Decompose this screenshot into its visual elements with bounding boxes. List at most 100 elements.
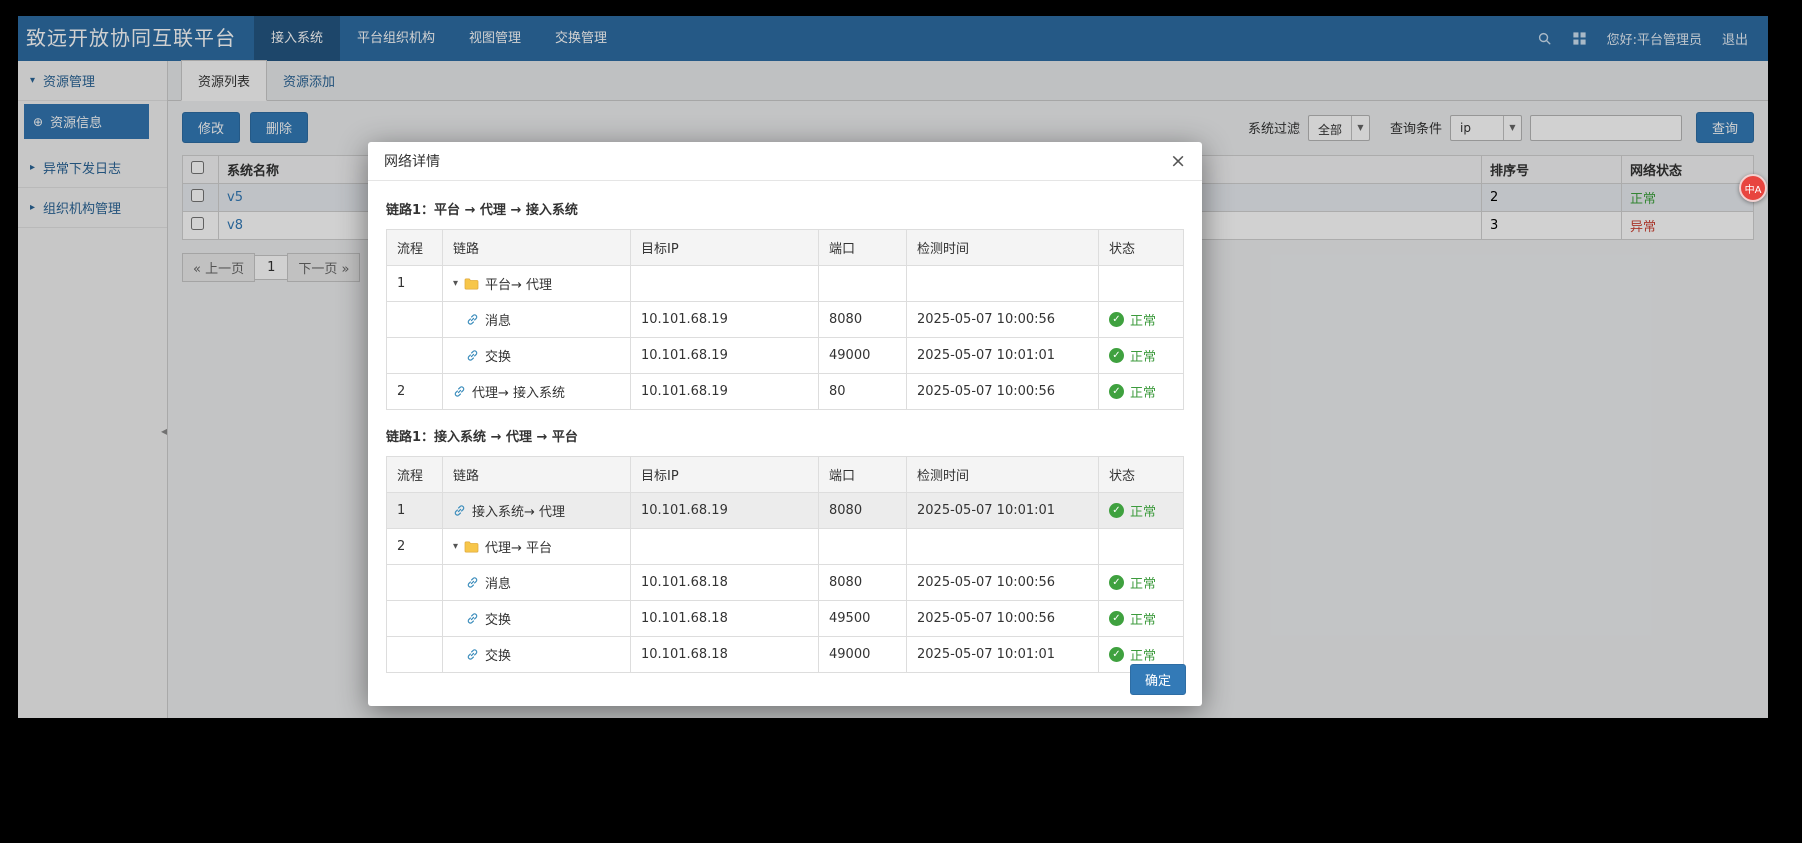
link-cell: 交换 <box>443 637 631 673</box>
port-cell <box>819 529 907 565</box>
status-ok: ✓ 正常 <box>1109 609 1173 628</box>
tree-node[interactable]: 交换 <box>453 609 620 628</box>
link-icon <box>466 576 479 589</box>
translate-badge[interactable]: 中A <box>1739 174 1767 202</box>
col-status: 状态 <box>1099 457 1184 493</box>
ip-cell <box>631 266 819 302</box>
time-cell: 2025-05-07 10:00:56 <box>907 565 1099 601</box>
app-window: 致远开放协同互联平台 接入系统 平台组织机构 视图管理 交换管理 您好:平台管理… <box>18 16 1768 718</box>
ip-cell: 10.101.68.18 <box>631 637 819 673</box>
table-row: 消息 10.101.68.18 8080 2025-05-07 10:00:56… <box>387 565 1184 601</box>
tree-node[interactable]: 消息 <box>453 310 620 329</box>
caret-down-icon[interactable]: ▾ <box>453 278 458 289</box>
step-cell <box>387 601 443 637</box>
link-icon <box>466 648 479 661</box>
col-check-time: 检测时间 <box>907 457 1099 493</box>
status-label: 正常 <box>1130 346 1156 365</box>
link-cell: 交换 <box>443 338 631 374</box>
status-ok: ✓ 正常 <box>1109 310 1173 329</box>
ip-cell: 10.101.68.19 <box>631 493 819 529</box>
link-label: 交换 <box>485 645 511 664</box>
link-label: 接入系统→ 代理 <box>472 501 565 520</box>
link-icon <box>466 612 479 625</box>
port-cell: 8080 <box>819 493 907 529</box>
col-process: 流程 <box>387 457 443 493</box>
link-section-heading: 链路1：接入系统 → 代理 → 平台 <box>386 426 1184 445</box>
folder-icon <box>464 277 479 290</box>
table-row: 1 接入系统→ 代理 10.101.68.19 8080 2025-05-07 … <box>387 493 1184 529</box>
link-label: 平台→ 代理 <box>485 274 552 293</box>
port-cell: 8080 <box>819 565 907 601</box>
link-label: 代理→ 平台 <box>485 537 552 556</box>
link-icon <box>466 313 479 326</box>
tree-node[interactable]: 消息 <box>453 573 620 592</box>
port-cell: 80 <box>819 374 907 410</box>
ip-cell: 10.101.68.18 <box>631 565 819 601</box>
close-icon[interactable]: × <box>1170 152 1186 171</box>
tree-node[interactable]: ▾ 代理→ 平台 <box>453 537 620 556</box>
step-cell <box>387 302 443 338</box>
tree-node[interactable]: 接入系统→ 代理 <box>453 501 620 520</box>
link-icon <box>466 349 479 362</box>
caret-down-icon[interactable]: ▾ <box>453 541 458 552</box>
link-cell: 消息 <box>443 565 631 601</box>
table-row: 交换 10.101.68.18 49500 2025-05-07 10:00:5… <box>387 601 1184 637</box>
status-cell <box>1099 266 1184 302</box>
status-cell: ✓ 正常 <box>1099 565 1184 601</box>
network-detail-modal: 网络详情 × 链路1：平台 → 代理 → 接入系统 流程 链路 目标IP 端口 … <box>368 142 1202 706</box>
modal-body: 链路1：平台 → 代理 → 接入系统 流程 链路 目标IP 端口 检测时间 状态 <box>368 181 1202 673</box>
step-cell: 1 <box>387 266 443 302</box>
tree-node[interactable]: 交换 <box>453 346 620 365</box>
time-cell: 2025-05-07 10:00:56 <box>907 302 1099 338</box>
status-ok: ✓ 正常 <box>1109 573 1173 592</box>
step-cell: 1 <box>387 493 443 529</box>
table-header-row: 流程 链路 目标IP 端口 检测时间 状态 <box>387 230 1184 266</box>
folder-icon <box>464 540 479 553</box>
table-header-row: 流程 链路 目标IP 端口 检测时间 状态 <box>387 457 1184 493</box>
tree-node[interactable]: ▾ 平台→ 代理 <box>453 274 620 293</box>
status-cell: ✓ 正常 <box>1099 338 1184 374</box>
status-label: 正常 <box>1130 310 1156 329</box>
status-cell <box>1099 529 1184 565</box>
link-cell: ▾ 平台→ 代理 <box>443 266 631 302</box>
link-label: 交换 <box>485 346 511 365</box>
check-icon: ✓ <box>1109 647 1124 662</box>
status-label: 正常 <box>1130 609 1156 628</box>
link-table-1: 流程 链路 目标IP 端口 检测时间 状态 1 <box>386 229 1184 410</box>
ok-button[interactable]: 确定 <box>1130 664 1186 695</box>
status-cell: ✓ 正常 <box>1099 374 1184 410</box>
tree-node[interactable]: 代理→ 接入系统 <box>453 382 620 401</box>
modal-header: 网络详情 × <box>368 142 1202 181</box>
time-cell <box>907 529 1099 565</box>
status-ok: ✓ 正常 <box>1109 346 1173 365</box>
status-label: 正常 <box>1130 501 1156 520</box>
link-cell: 交换 <box>443 601 631 637</box>
time-cell <box>907 266 1099 302</box>
tree-node[interactable]: 交换 <box>453 645 620 664</box>
col-port: 端口 <box>819 457 907 493</box>
link-label: 代理→ 接入系统 <box>472 382 565 401</box>
ip-cell: 10.101.68.18 <box>631 601 819 637</box>
table-row: 交换 10.101.68.19 49000 2025-05-07 10:01:0… <box>387 338 1184 374</box>
link-icon <box>453 504 466 517</box>
check-icon: ✓ <box>1109 575 1124 590</box>
step-cell: 2 <box>387 374 443 410</box>
link-icon <box>453 385 466 398</box>
table-row: 2 代理→ 接入系统 10.101.68.19 80 2025-05-07 10… <box>387 374 1184 410</box>
col-link: 链路 <box>443 230 631 266</box>
link-cell: 消息 <box>443 302 631 338</box>
port-cell: 49000 <box>819 338 907 374</box>
table-row: 2 ▾ 代理→ 平台 <box>387 529 1184 565</box>
col-status: 状态 <box>1099 230 1184 266</box>
col-check-time: 检测时间 <box>907 230 1099 266</box>
step-cell: 2 <box>387 529 443 565</box>
modal-title: 网络详情 <box>384 151 440 171</box>
step-cell <box>387 637 443 673</box>
col-process: 流程 <box>387 230 443 266</box>
port-cell <box>819 266 907 302</box>
status-cell: ✓ 正常 <box>1099 302 1184 338</box>
check-icon: ✓ <box>1109 348 1124 363</box>
status-ok: ✓ 正常 <box>1109 382 1173 401</box>
col-link: 链路 <box>443 457 631 493</box>
time-cell: 2025-05-07 10:01:01 <box>907 493 1099 529</box>
